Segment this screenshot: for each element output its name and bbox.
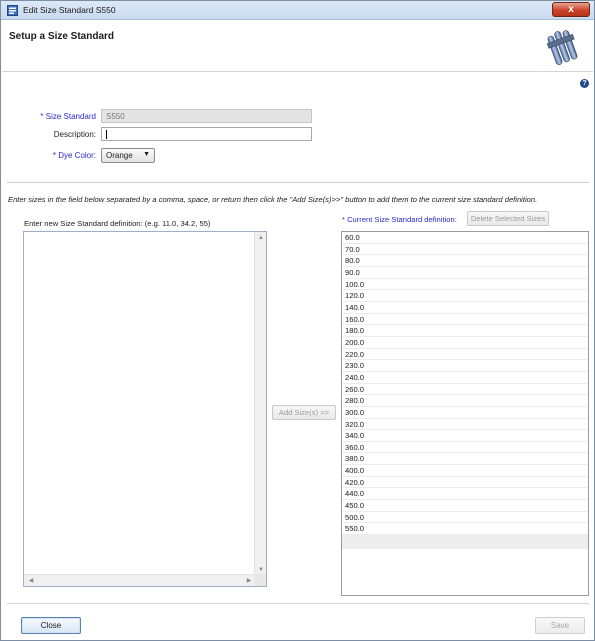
- size-list-item[interactable]: 280.0: [342, 395, 588, 407]
- size-list-item[interactable]: 440.0: [342, 488, 588, 501]
- size-list-item[interactable]: 230.0: [342, 360, 588, 372]
- size-list-item[interactable]: 80.0: [342, 255, 588, 267]
- window-close-button[interactable]: x: [552, 2, 590, 17]
- scroll-right-icon[interactable]: ▶: [244, 575, 254, 587]
- size-list-item[interactable]: 360.0: [342, 442, 588, 454]
- delete-selected-sizes-button[interactable]: Delete Selected Sizes: [467, 211, 549, 226]
- size-list-item[interactable]: 400.0: [342, 465, 588, 477]
- size-list-item[interactable]: 420.0: [342, 477, 588, 489]
- size-list-item[interactable]: 120.0: [342, 290, 588, 302]
- vertical-scrollbar[interactable]: ▲ ▼: [254, 232, 266, 576]
- test-tubes-logo-icon: [546, 30, 578, 65]
- size-list-item[interactable]: 500.0: [342, 512, 588, 524]
- save-button[interactable]: Save: [535, 617, 585, 634]
- current-definition-label: * Current Size Standard definition:: [342, 215, 457, 224]
- description-label: Description:: [53, 130, 96, 139]
- text-cursor: [106, 130, 107, 140]
- size-standard-label: * Size Standard: [40, 112, 96, 121]
- instructions-text: Enter sizes in the field below separated…: [8, 195, 538, 204]
- size-list-item[interactable]: 380.0: [342, 453, 588, 466]
- new-definition-label: Enter new Size Standard definition: (e.g…: [24, 219, 211, 228]
- help-icon[interactable]: ?: [580, 79, 589, 88]
- size-standard-field[interactable]: S550: [101, 109, 312, 123]
- new-definition-textarea[interactable]: ▲ ▼ ◀ ▶: [23, 231, 267, 587]
- size-list-item[interactable]: 100.0: [342, 279, 588, 291]
- size-list-item[interactable]: 320.0: [342, 419, 588, 431]
- title-bar[interactable]: Edit Size Standard S550 x: [1, 1, 594, 20]
- dropdown-arrow-icon: ▼: [143, 151, 150, 158]
- size-list-item[interactable]: 240.0: [342, 372, 588, 384]
- page-title: Setup a Size Standard: [9, 31, 115, 42]
- size-list-item[interactable]: 220.0: [342, 349, 588, 361]
- size-list-item[interactable]: 200.0: [342, 337, 588, 349]
- footer-divider: [7, 603, 589, 604]
- header-panel: Setup a Size Standard: [2, 20, 593, 72]
- size-list-item[interactable]: 340.0: [342, 430, 588, 442]
- size-list-item[interactable]: 60.0: [342, 232, 588, 244]
- dye-color-select[interactable]: Orange ▼: [101, 148, 155, 163]
- size-list-item[interactable]: 70.0: [342, 244, 588, 256]
- dye-color-value: Orange: [106, 151, 133, 160]
- window-title: Edit Size Standard S550: [23, 5, 116, 15]
- horizontal-scrollbar[interactable]: ◀ ▶: [24, 574, 256, 586]
- current-sizes-list[interactable]: 60.0 70.0 80.0 90.0 100.0 120.0 140.0 160.0 180.…: [341, 231, 589, 596]
- description-field[interactable]: [101, 127, 312, 141]
- size-list-item[interactable]: 550.0: [342, 523, 588, 536]
- add-sizes-button[interactable]: Add Size(s) >>: [272, 405, 336, 420]
- size-list-item[interactable]: 450.0: [342, 500, 588, 512]
- size-list-item[interactable]: 160.0: [342, 314, 588, 326]
- size-list-item[interactable]: 140.0: [342, 302, 588, 314]
- scroll-up-icon[interactable]: ▲: [255, 233, 267, 243]
- size-list-item[interactable]: 300.0: [342, 407, 588, 419]
- app-icon: [7, 5, 18, 16]
- list-empty-area: [342, 535, 588, 550]
- size-list-item[interactable]: 180.0: [342, 325, 588, 337]
- dye-color-label: * Dye Color:: [52, 151, 96, 160]
- scroll-left-icon[interactable]: ◀: [26, 575, 36, 587]
- section-divider: [7, 182, 589, 183]
- size-list-item[interactable]: 90.0: [342, 267, 588, 279]
- close-icon: x: [568, 4, 574, 15]
- edit-size-standard-window: Edit Size Standard S550 x Setup a Size S…: [0, 0, 595, 641]
- size-list-item[interactable]: 260.0: [342, 384, 588, 396]
- scrollbar-corner: [254, 574, 266, 586]
- close-button[interactable]: Close: [21, 617, 81, 634]
